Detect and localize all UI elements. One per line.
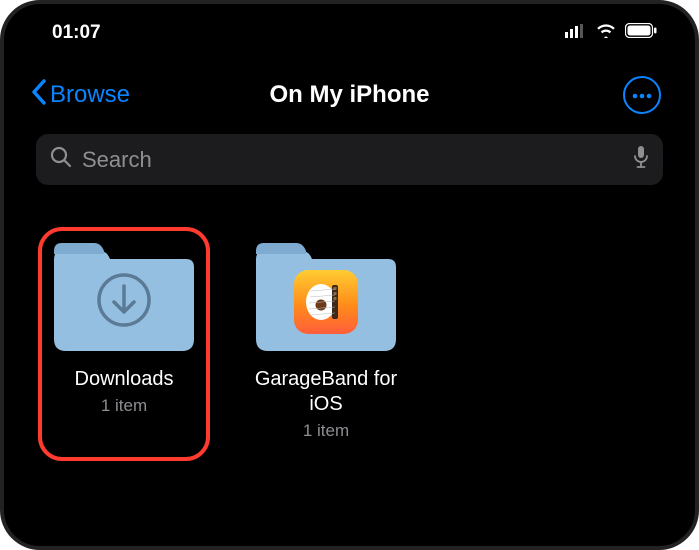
wifi-icon: [595, 22, 617, 44]
folder-item-downloads[interactable]: Downloads 1 item: [38, 227, 210, 461]
back-label: Browse: [50, 81, 130, 109]
folders-grid: Downloads 1 item: [24, 185, 675, 441]
search-icon: [50, 146, 72, 173]
back-button[interactable]: Browse: [30, 79, 130, 112]
folder-icon: [256, 241, 396, 353]
folder-label: Downloads: [75, 367, 174, 392]
folder-subtitle: 1 item: [303, 421, 349, 441]
device-frame: 01:07: [0, 0, 699, 550]
signal-icon: [565, 22, 587, 44]
chevron-left-icon: [30, 79, 48, 112]
garageband-icon: [294, 270, 358, 334]
status-bar: 01:07: [24, 14, 675, 48]
search-placeholder: Search: [82, 147, 623, 173]
ellipsis-icon: [632, 86, 652, 104]
more-button[interactable]: [623, 76, 661, 114]
folder-subtitle: 1 item: [101, 396, 147, 416]
search-input[interactable]: Search: [36, 134, 663, 185]
folder-icon: [54, 241, 194, 353]
page-title: On My iPhone: [269, 81, 429, 109]
folder-item-garageband[interactable]: GarageBand for iOS 1 item: [240, 241, 412, 441]
nav-bar: Browse On My iPhone: [24, 48, 675, 122]
battery-icon: [625, 22, 657, 44]
download-icon: [96, 272, 152, 333]
folder-label: GarageBand for iOS: [240, 367, 412, 417]
mic-icon[interactable]: [633, 145, 649, 174]
status-time: 01:07: [52, 22, 101, 44]
